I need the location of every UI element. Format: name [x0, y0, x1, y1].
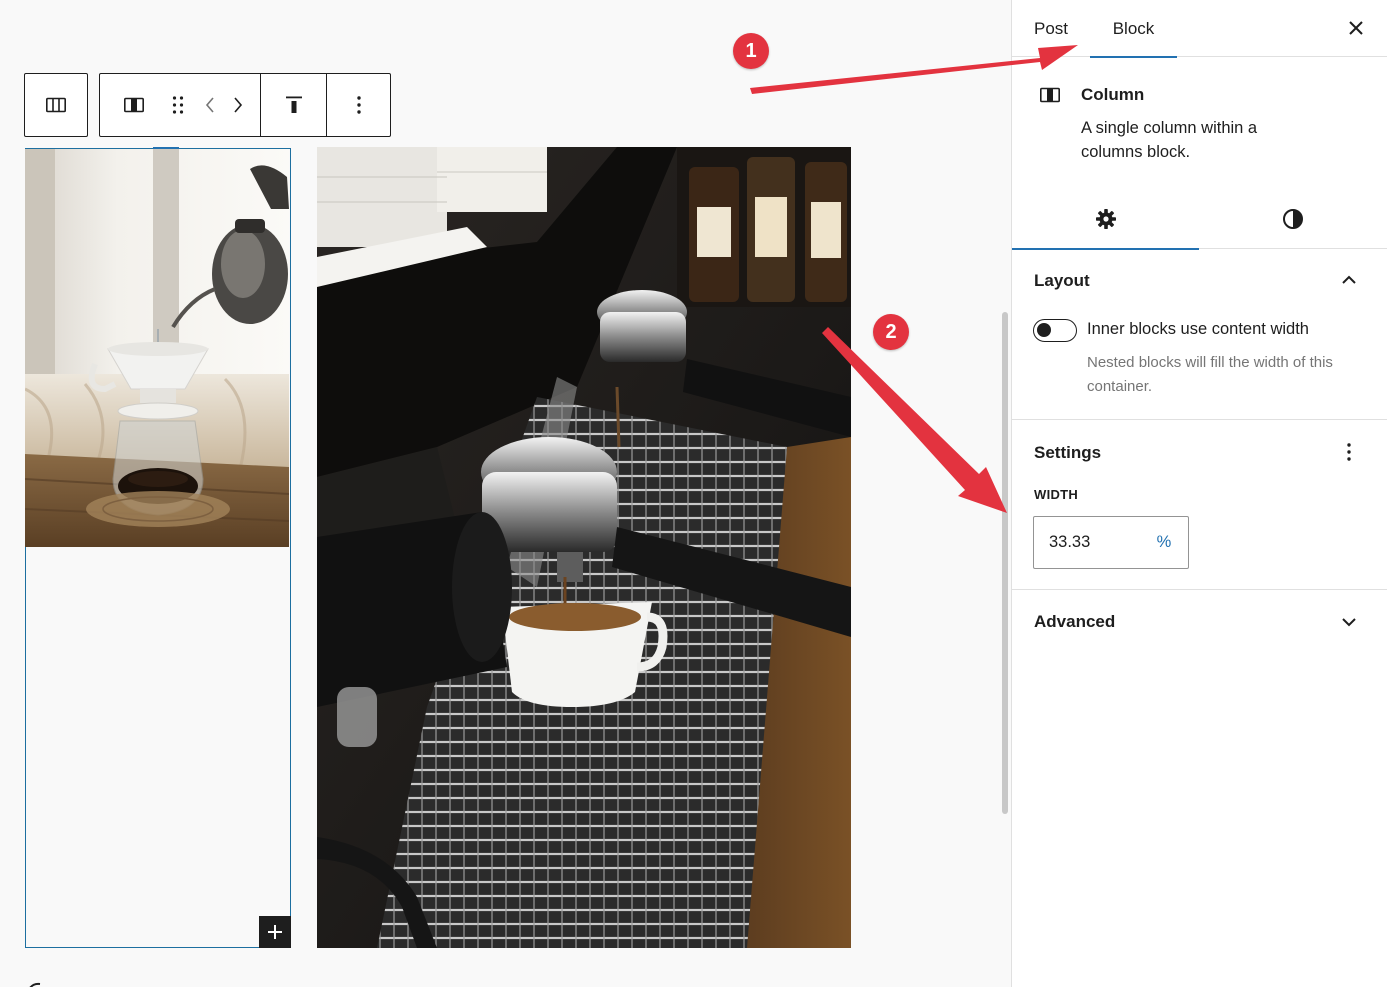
pour-over-coffee-image[interactable] [25, 149, 289, 547]
content-width-toggle[interactable] [1033, 319, 1077, 342]
settings-panel-title: Settings [1034, 443, 1102, 462]
content-width-help-text: Nested blocks will fill the width of thi… [1087, 354, 1333, 395]
column-icon [123, 97, 144, 113]
block-card-title: Column [1081, 85, 1145, 104]
block-card-description: A single column within a columns block. [1081, 119, 1258, 161]
layout-panel-toggle[interactable] [1338, 269, 1360, 291]
advanced-panel-toggle[interactable] [1338, 611, 1360, 633]
move-left-icon [205, 97, 214, 113]
espresso-machine-image[interactable] [317, 147, 851, 948]
drag-handle-icon [172, 96, 184, 114]
block-type-button[interactable] [112, 83, 156, 127]
partial-glyph [24, 978, 48, 987]
toolbar-align-group [260, 74, 326, 136]
chevron-up-icon [1342, 275, 1356, 284]
advanced-panel-title[interactable]: Advanced [1034, 612, 1115, 632]
align-top-icon [285, 96, 302, 113]
more-options-button[interactable] [337, 83, 381, 127]
toolbar-block-group [100, 74, 260, 136]
close-sidebar-button[interactable] [1341, 13, 1371, 43]
annotation-badge-2: 2 [873, 314, 909, 350]
editor-scrollbar[interactable] [1002, 312, 1008, 814]
width-unit-select[interactable]: % [1144, 517, 1184, 568]
width-label: WIDTH [1034, 487, 1079, 502]
layout-panel-title[interactable]: Layout [1034, 271, 1090, 291]
tab-post[interactable]: Post [1034, 0, 1068, 57]
tab-block-label: Block [1112, 18, 1155, 38]
settings-panel-options-button[interactable] [1338, 440, 1360, 464]
tab-settings[interactable] [1012, 189, 1199, 250]
close-icon [1349, 21, 1363, 35]
column-icon [1039, 87, 1060, 103]
width-input[interactable] [1034, 517, 1134, 568]
move-left-button[interactable] [200, 83, 220, 127]
settings-sidebar: Post Block Column A single column within… [1011, 0, 1387, 987]
more-options-icon [1347, 443, 1351, 461]
vertical-align-button[interactable] [272, 83, 316, 127]
settings-panel: Settings WIDTH % [1012, 420, 1387, 590]
block-card: Column A single column within a columns … [1012, 57, 1387, 189]
tab-block[interactable]: Block [1090, 0, 1177, 58]
block-toolbar [99, 73, 391, 137]
drag-handle-button[interactable] [164, 83, 192, 127]
gear-icon [1095, 209, 1116, 229]
width-unit-control: % [1033, 516, 1189, 569]
annotation-badge-1: 1 [733, 33, 769, 69]
move-right-icon [234, 97, 243, 113]
layout-panel: Layout Inner blocks use content width Ne… [1012, 249, 1387, 420]
select-parent-columns-button[interactable] [24, 73, 88, 137]
move-right-button[interactable] [228, 83, 248, 127]
toolbar-options-group [326, 74, 390, 136]
sidebar-tabs: Post Block [1012, 0, 1387, 58]
columns-icon [45, 97, 66, 113]
plus-icon [268, 925, 282, 939]
editor-canvas: 1 2 [0, 0, 1011, 987]
half-circle-icon [1282, 209, 1303, 229]
inspector-subtabs [1012, 189, 1387, 250]
advanced-panel: Advanced [1012, 590, 1387, 654]
content-width-toggle-label: Inner blocks use content width [1087, 320, 1309, 338]
chevron-down-icon [1342, 618, 1356, 627]
toggle-knob [1037, 323, 1051, 337]
tab-styles[interactable] [1199, 189, 1386, 249]
more-options-icon [356, 96, 361, 114]
add-block-button[interactable] [259, 916, 291, 948]
